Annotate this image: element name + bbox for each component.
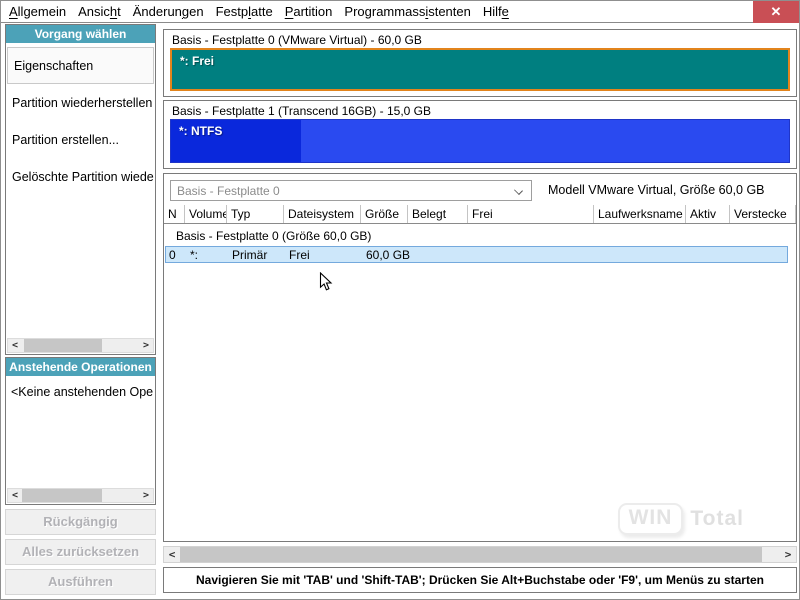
table-cell: 0 (169, 247, 176, 262)
action-list: Eigenschaften Partition wiederherstellen P… (6, 43, 155, 195)
column-header[interactable]: Frei (468, 205, 594, 223)
mouse-cursor-icon (319, 272, 333, 291)
alles-zurücksetzen-button[interactable]: Alles zurücksetzen (5, 539, 156, 565)
action-panel-title: Vorgang wählen (6, 25, 155, 43)
partition-manager-window: Allgemein Ansicht Änderungen Festplatte Part… (0, 0, 800, 600)
column-header[interactable]: Verstecke (730, 205, 796, 223)
action-item[interactable]: Partition erstellen... (6, 121, 155, 158)
action-item[interactable]: Gelöschte Partition wiede (6, 158, 155, 195)
disk1-partition-label: *: NTFS (179, 124, 223, 138)
disk-selector-value: Basis - Festplatte 0 (177, 183, 280, 198)
disk-selector-dropdown[interactable]: Basis - Festplatte 0 (170, 180, 532, 201)
scroll-left-icon[interactable]: < (8, 339, 22, 352)
menu-festplatte[interactable]: Festplatte (216, 4, 273, 19)
table-cell: Frei (289, 247, 310, 262)
scroll-thumb[interactable] (180, 547, 762, 562)
close-icon: ✕ (770, 4, 782, 19)
scroll-thumb[interactable] (22, 489, 102, 502)
scroll-right-icon[interactable]: > (139, 489, 153, 502)
column-header[interactable]: Größe (361, 205, 408, 223)
scroll-right-icon[interactable]: > (139, 339, 153, 352)
scroll-track[interactable] (180, 547, 780, 562)
column-header[interactable]: Aktiv (686, 205, 730, 223)
table-cell: 60,0 GB (366, 247, 410, 262)
wintotal-watermark: WIN Total (617, 503, 744, 535)
menu-ansicht[interactable]: Ansicht (78, 4, 121, 19)
action-item[interactable]: Partition wiederherstellen (6, 84, 155, 121)
table-hscrollbar[interactable]: < > (163, 546, 797, 563)
scroll-thumb[interactable] (24, 339, 102, 352)
scroll-track[interactable] (22, 339, 139, 352)
table-cell: Primär (232, 247, 268, 262)
disk0-partition-label: *: Frei (180, 54, 215, 68)
pending-panel-hscrollbar[interactable]: < > (7, 488, 154, 503)
disk0-title: Basis - Festplatte 0 (VMware Virtual) - … (172, 33, 422, 47)
menubar: Allgemein Ansicht Änderungen Festplatte Part… (1, 1, 799, 23)
pending-panel-title: Anstehende Operationen (6, 358, 155, 376)
pending-empty-text: <Keine anstehenden Ope (11, 385, 154, 399)
disk0-panel: Basis - Festplatte 0 (VMware Virtual) - … (163, 29, 797, 97)
close-button[interactable]: ✕ (753, 1, 799, 23)
menu-partition[interactable]: Partition (285, 4, 333, 19)
watermark-total-text: Total (690, 507, 744, 530)
pending-operations-panel: Anstehende Operationen <Keine anstehende… (5, 357, 156, 505)
ausführen-button[interactable]: Ausführen (5, 569, 156, 595)
disk0-partition-bar[interactable]: *: Frei (170, 48, 790, 91)
table-header-row: N Volume Typ Dateisystem Größe Belegt Frei Lauf… (164, 205, 796, 224)
table-row[interactable]: 0 *: Primär Frei 60,0 GB (165, 246, 788, 263)
column-header[interactable]: N (164, 205, 185, 223)
menu-hilfe[interactable]: Hilfe (483, 4, 509, 19)
scroll-left-icon[interactable]: < (164, 547, 180, 562)
action-panel: Vorgang wählen Eigenschaften Partition wi… (5, 24, 156, 355)
column-header[interactable]: Dateisystem (284, 205, 361, 223)
disk-model-text: Modell VMware Virtual, Größe 60,0 GB (548, 183, 765, 197)
rückgängig-button[interactable]: Rückgängig (5, 509, 156, 535)
disk1-panel: Basis - Festplatte 1 (Transcend 16GB) - … (163, 100, 797, 169)
table-group-row: Basis - Festplatte 0 (Größe 60,0 GB) (176, 228, 372, 243)
menu-allgemein[interactable]: Allgemein (9, 4, 66, 19)
scroll-right-icon[interactable]: > (780, 547, 796, 562)
scroll-left-icon[interactable]: < (8, 489, 22, 502)
disk-detail-panel: Basis - Festplatte 0 Modell VMware Virtu… (163, 173, 797, 542)
column-header[interactable]: Volume (185, 205, 227, 223)
scroll-track[interactable] (22, 489, 139, 502)
action-item[interactable]: Eigenschaften (7, 47, 154, 84)
watermark-win-logo: WIN (617, 503, 684, 535)
table-cell: *: (190, 247, 199, 262)
action-panel-hscrollbar[interactable]: < > (7, 338, 154, 353)
disk1-partition-bar[interactable]: *: NTFS (170, 119, 790, 163)
column-header[interactable]: Laufwerksname (594, 205, 686, 223)
disk1-title: Basis - Festplatte 1 (Transcend 16GB) - … (172, 104, 431, 118)
status-text: Navigieren Sie mit 'TAB' und 'Shift-TAB'… (196, 573, 764, 587)
column-header[interactable]: Typ (227, 205, 284, 223)
menu-programmassistenten[interactable]: Programmassistenten (344, 4, 470, 19)
menu-nderungen[interactable]: Änderungen (133, 4, 204, 19)
column-header[interactable]: Belegt (408, 205, 468, 223)
status-bar: Navigieren Sie mit 'TAB' und 'Shift-TAB'… (163, 567, 797, 593)
chevron-down-icon (514, 186, 523, 195)
